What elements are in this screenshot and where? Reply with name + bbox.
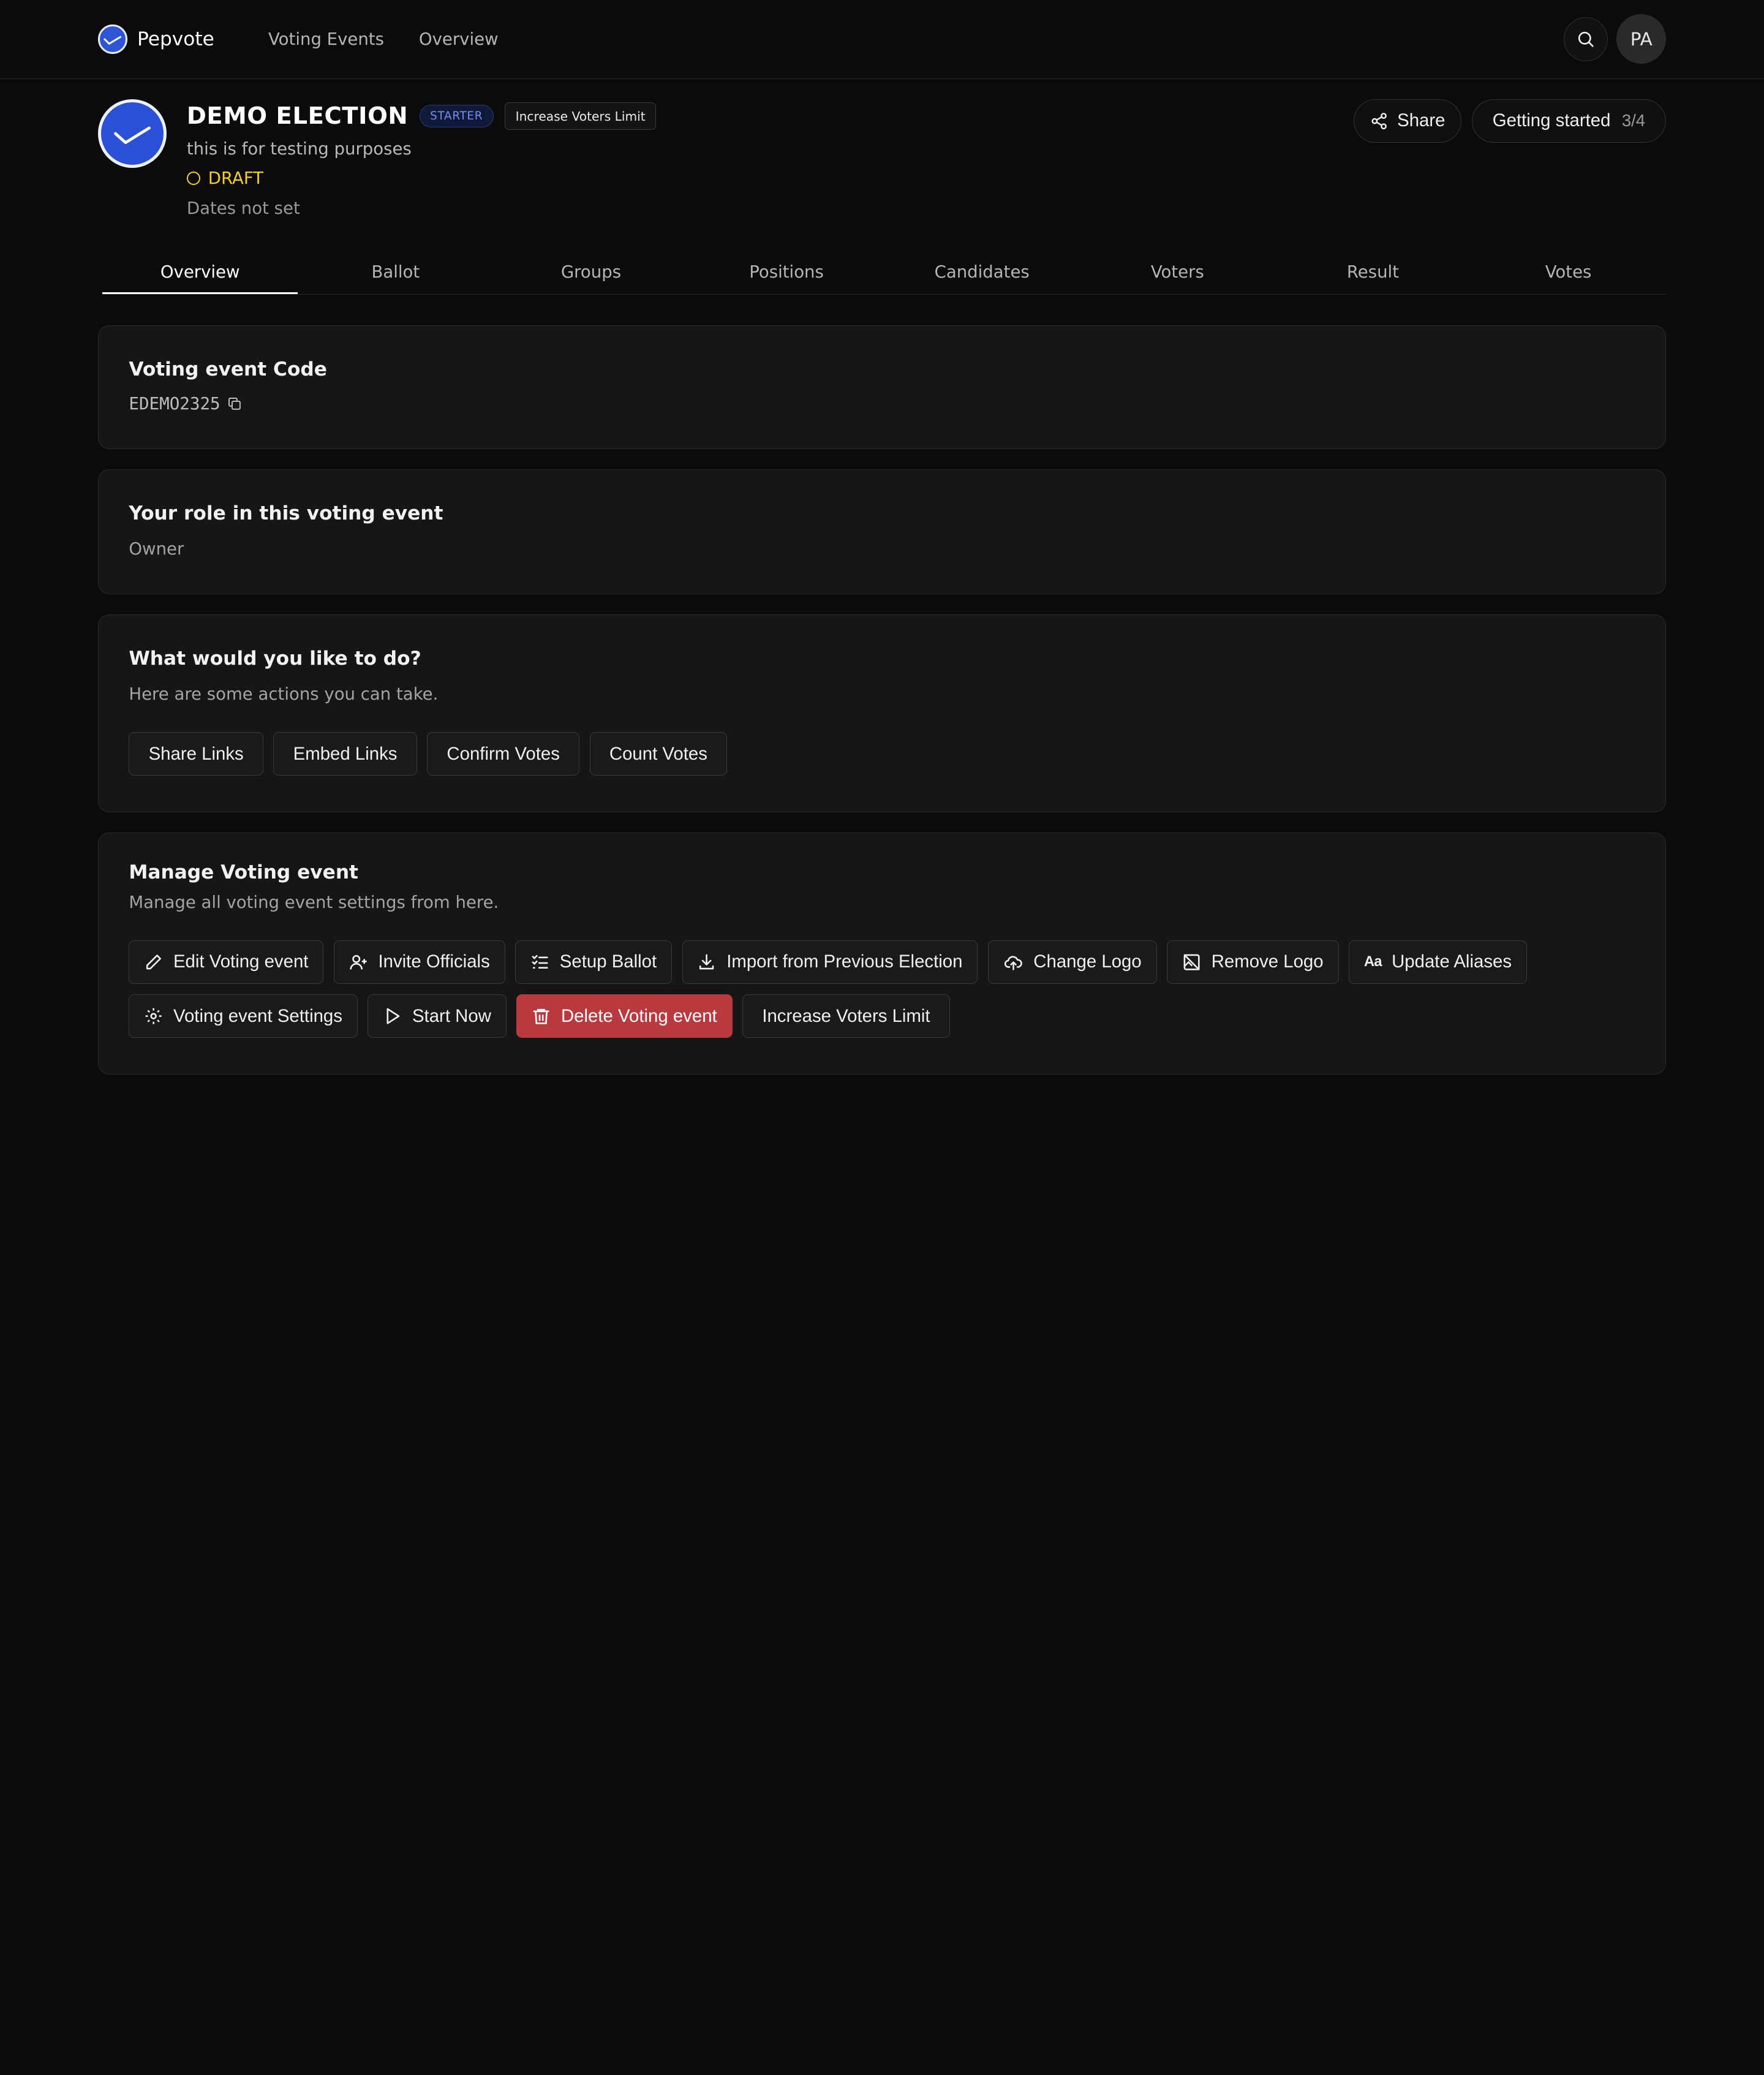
image-off-icon <box>1183 954 1200 970</box>
actions-card-title: What would you like to do? <box>129 648 421 670</box>
header-actions: Share Getting started 3/4 <box>1354 99 1667 143</box>
manage-card-title: Manage Voting event <box>129 861 358 884</box>
confirm-votes-button[interactable]: Confirm Votes <box>427 731 580 776</box>
page: Pepvote Voting Events Overview PA DEMO E… <box>0 0 1764 1130</box>
change-logo-label: Change Logo <box>1033 951 1142 972</box>
event-code-value: EDEMO2325 <box>129 394 221 414</box>
update-aliases-button[interactable]: Aa Update Aliases <box>1349 940 1527 985</box>
getting-started-button[interactable]: Getting started 3/4 <box>1471 99 1667 143</box>
status-badge: DRAFT <box>186 168 656 189</box>
copy-icon[interactable] <box>227 396 242 411</box>
top-nav: Pepvote Voting Events Overview PA <box>0 0 1764 79</box>
font-case-icon: Aa <box>1363 953 1382 970</box>
tab-overview[interactable]: Overview <box>102 253 298 295</box>
actions-card-subtitle: Here are some actions you can take. <box>129 684 439 704</box>
role-value: Owner <box>129 539 184 559</box>
count-votes-button[interactable]: Count Votes <box>589 731 728 776</box>
event-tabs: Overview Ballot Groups Positions Candida… <box>102 253 1667 295</box>
list-check-icon <box>532 954 548 969</box>
download-icon <box>699 954 714 970</box>
tab-result[interactable]: Result <box>1275 253 1471 294</box>
setup-ballot-button[interactable]: Setup Ballot <box>515 940 673 985</box>
voting-event-settings-label: Voting event Settings <box>173 1005 342 1026</box>
nav-right: PA <box>1564 14 1667 64</box>
embed-links-button[interactable]: Embed Links <box>273 731 417 776</box>
search-icon <box>1578 32 1594 47</box>
search-button[interactable] <box>1564 17 1608 61</box>
actions-button-row: Share Links Embed Links Confirm Votes Co… <box>129 731 1635 776</box>
gear-icon <box>145 1008 162 1024</box>
event-logo-check-icon <box>113 126 151 144</box>
event-logo <box>97 99 167 168</box>
status-label: DRAFT <box>208 168 264 189</box>
user-avatar[interactable]: PA <box>1616 14 1667 64</box>
share-label: Share <box>1397 110 1446 131</box>
event-code: EDEMO2325 <box>129 394 1635 414</box>
actions-card: What would you like to do? Here are some… <box>97 614 1667 813</box>
voting-event-settings-button[interactable]: Voting event Settings <box>129 994 358 1038</box>
change-logo-button[interactable]: Change Logo <box>987 940 1157 985</box>
draft-status-icon <box>186 172 200 186</box>
user-plus-icon <box>350 954 367 970</box>
tab-ballot[interactable]: Ballot <box>298 253 493 294</box>
role-card: Your role in this voting event Owner <box>97 469 1667 594</box>
share-icon <box>1371 112 1387 129</box>
import-previous-election-button[interactable]: Import from Previous Election <box>682 940 978 985</box>
code-card-title: Voting event Code <box>129 358 327 381</box>
increase-voters-limit-badge[interactable]: Increase Voters Limit <box>505 102 657 130</box>
pencil-icon <box>146 954 162 970</box>
tab-groups[interactable]: Groups <box>493 253 688 294</box>
update-aliases-label: Update Aliases <box>1392 951 1512 972</box>
event-title-row: DEMO ELECTION STARTER Increase Voters Li… <box>186 102 657 130</box>
event-title: DEMO ELECTION <box>186 102 409 130</box>
nav-link-voting-events[interactable]: Voting Events <box>268 29 384 49</box>
edit-voting-event-button[interactable]: Edit Voting event <box>129 940 324 985</box>
event-description: this is for testing purposes <box>186 138 412 159</box>
manage-card-subtitle: Manage all voting event settings from he… <box>129 892 499 912</box>
plan-badge: STARTER <box>419 104 494 128</box>
nav-link-overview[interactable]: Overview <box>419 29 499 49</box>
share-links-button[interactable]: Share Links <box>129 731 263 776</box>
delete-voting-event-label: Delete Voting event <box>560 1005 717 1026</box>
play-icon <box>386 1008 400 1024</box>
tab-votes[interactable]: Votes <box>1471 253 1666 294</box>
invite-officials-label: Invite Officials <box>378 951 490 972</box>
trash-icon <box>533 1008 549 1024</box>
start-now-label: Start Now <box>412 1005 491 1026</box>
remove-logo-label: Remove Logo <box>1211 951 1324 972</box>
voting-event-code-card: Voting event Code EDEMO2325 <box>97 325 1667 449</box>
start-now-button[interactable]: Start Now <box>368 994 507 1038</box>
pepvote-logo-icon <box>97 24 127 54</box>
getting-started-label: Getting started <box>1492 110 1611 131</box>
brand-name: Pepvote <box>137 28 214 50</box>
tab-positions[interactable]: Positions <box>689 253 884 294</box>
getting-started-progress: 3/4 <box>1621 111 1646 130</box>
edit-voting-event-label: Edit Voting event <box>173 951 309 972</box>
setup-ballot-label: Setup Ballot <box>559 951 657 972</box>
share-button[interactable]: Share <box>1354 99 1462 143</box>
nav-links: Voting Events Overview <box>268 29 499 49</box>
tab-candidates[interactable]: Candidates <box>884 253 1080 294</box>
brand[interactable]: Pepvote <box>97 24 214 54</box>
remove-logo-button[interactable]: Remove Logo <box>1167 940 1339 985</box>
manage-card: Manage Voting event Manage all voting ev… <box>97 833 1667 1075</box>
cloud-upload-icon <box>1004 956 1022 970</box>
delete-voting-event-button[interactable]: Delete Voting event <box>516 994 733 1038</box>
import-previous-election-label: Import from Previous Election <box>726 951 963 972</box>
invite-officials-button[interactable]: Invite Officials <box>333 940 505 985</box>
role-card-title: Your role in this voting event <box>129 502 443 525</box>
tab-voters[interactable]: Voters <box>1080 253 1275 294</box>
increase-voters-limit-button[interactable]: Increase Voters Limit <box>742 994 950 1038</box>
manage-button-row: Edit Voting event Invite Officials Setup… <box>129 940 1580 1038</box>
event-dates: Dates not set <box>186 198 300 218</box>
